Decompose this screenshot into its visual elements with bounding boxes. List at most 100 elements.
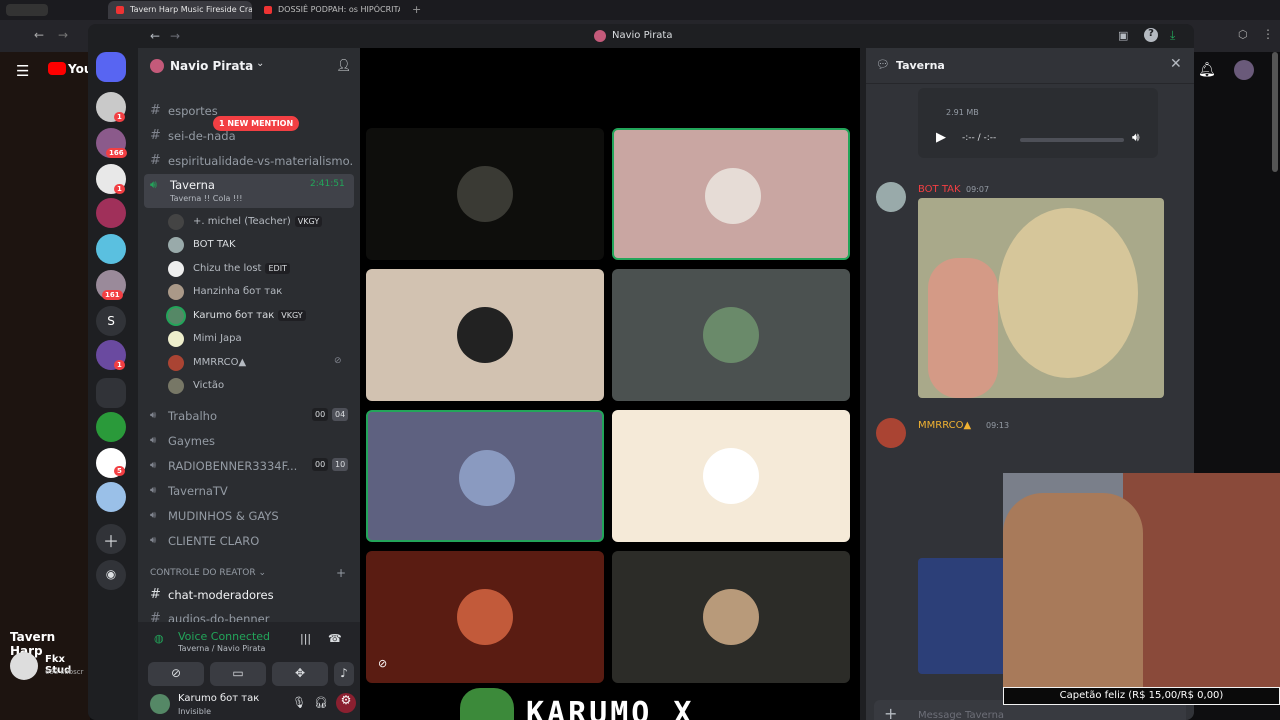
- activities-button[interactable]: ✥: [272, 662, 328, 686]
- dog-thumbs-up-image[interactable]: [918, 198, 1164, 398]
- add-channel-icon[interactable]: +: [336, 566, 346, 580]
- voice-channel[interactable]: 🔊︎ TavernaTV: [146, 480, 352, 502]
- avatar: [168, 214, 184, 230]
- tab-label: Tavern Harp Music Fireside Cra: [130, 5, 252, 14]
- voice-user[interactable]: Mimi Japa: [168, 328, 242, 350]
- server-icon[interactable]: 5: [96, 448, 126, 478]
- play-icon[interactable]: ▶: [936, 130, 946, 145]
- new-tab-button[interactable]: +: [412, 3, 421, 16]
- video-tile[interactable]: [612, 410, 850, 542]
- voice-channel[interactable]: 🔊︎ MUDINHOS & GAYS: [146, 505, 352, 527]
- avatar: [457, 307, 513, 363]
- audio-attachment: 2.91 MB ▶ -:-- / -:-- 🔊︎: [918, 88, 1158, 158]
- server-icon[interactable]: 166: [96, 128, 127, 158]
- download-icon[interactable]: ⤓: [1170, 28, 1175, 43]
- message-author[interactable]: BOT TAK: [918, 184, 961, 195]
- add-server-icon[interactable]: ＋: [96, 524, 126, 554]
- folder-icon[interactable]: [96, 378, 126, 408]
- message-input[interactable]: Message Taverna: [918, 710, 1004, 720]
- discord-titlebar: ← → Navio Pirata ▣ ? ⤓: [88, 24, 1194, 48]
- forward-icon[interactable]: →: [58, 28, 68, 42]
- headphones-icon[interactable]: 🎧︎: [314, 696, 328, 709]
- server-icon[interactable]: [96, 412, 126, 442]
- channel-avatar[interactable]: [10, 652, 38, 680]
- voice-connected-label[interactable]: Voice Connected: [178, 630, 270, 643]
- chevron-down-icon: ⌄: [256, 58, 265, 69]
- voice-location[interactable]: Taverna / Navio Pirata: [178, 644, 265, 653]
- avatar: [168, 378, 184, 394]
- extensions-icon[interactable]: ⬡: [1238, 28, 1248, 41]
- message-author[interactable]: MMRRCO▲: [918, 420, 971, 431]
- voice-user[interactable]: +. michel (Teacher) VKGY: [168, 211, 323, 233]
- channel-item[interactable]: # sei-de-nada: [146, 125, 352, 147]
- voice-user[interactable]: Chizu the lost EDIT: [168, 258, 290, 280]
- add-member-icon[interactable]: 👤︎: [336, 58, 351, 72]
- audio-progress[interactable]: [1020, 138, 1124, 142]
- help-icon[interactable]: ?: [1144, 28, 1158, 42]
- profile-avatar[interactable]: [1234, 60, 1254, 80]
- settings-icon[interactable]: ⚙: [336, 693, 356, 713]
- close-icon[interactable]: ✕: [1170, 56, 1182, 72]
- voice-channel[interactable]: 🔊︎ Gaymes: [146, 430, 352, 452]
- server-letter-icon[interactable]: S: [96, 306, 126, 336]
- category-header[interactable]: CONTROLE DO REATOR ⌄ +: [150, 566, 350, 580]
- scrollbar[interactable]: [1272, 52, 1278, 172]
- video-tile[interactable]: [366, 269, 604, 401]
- back-icon[interactable]: ←: [150, 29, 160, 43]
- server-icon[interactable]: 1: [96, 92, 126, 122]
- voice-channel[interactable]: 🔊︎ RADIOBENNER3334F... 00 10: [146, 455, 352, 477]
- video-tile[interactable]: [366, 128, 604, 260]
- server-icon[interactable]: [96, 482, 126, 512]
- voice-channel[interactable]: 🔊︎ CLIENTE CLARO: [146, 530, 352, 552]
- voice-user[interactable]: Victão: [168, 375, 224, 397]
- noise-suppression-icon[interactable]: |||: [300, 632, 311, 645]
- forward-icon[interactable]: →: [170, 29, 180, 43]
- notifications-icon[interactable]: 🔔︎: [1198, 62, 1216, 78]
- menu-icon[interactable]: ⋮: [1262, 27, 1274, 41]
- voice-user[interactable]: Hanzinha бот так: [168, 281, 282, 303]
- hash-icon: #: [150, 103, 161, 118]
- inbox-icon[interactable]: ▣: [1118, 29, 1128, 42]
- video-tile[interactable]: [612, 551, 850, 683]
- back-icon[interactable]: ←: [34, 28, 44, 42]
- voice-channel-active[interactable]: 🔊︎ Taverna Taverna !! Cola !!! 2:41:51: [144, 174, 354, 208]
- microphone-icon[interactable]: 🎙︎: [292, 696, 306, 709]
- channel-sidebar: Navio Pirata ⌄ 👤︎ # esportes 1 NEW MENTIO…: [138, 48, 360, 720]
- server-name: Navio Pirata: [170, 59, 254, 73]
- avatar[interactable]: [150, 694, 170, 714]
- hamburger-icon[interactable]: ☰: [16, 62, 29, 80]
- add-attachment-icon[interactable]: +: [884, 704, 897, 720]
- channel-item[interactable]: # chat-moderadores: [146, 584, 352, 606]
- video-tile[interactable]: ⊘: [366, 551, 604, 683]
- browser-tab-active[interactable]: Tavern Harp Music Fireside Cra: [108, 1, 252, 19]
- voice-user[interactable]: Karumo бот так VKGY: [168, 305, 306, 327]
- volume-icon[interactable]: 🔊︎: [1132, 130, 1140, 145]
- explore-icon[interactable]: ◉: [96, 560, 126, 590]
- server-icon[interactable]: 161: [96, 270, 126, 300]
- voice-user[interactable]: MMRRCO▲ ⊘: [168, 352, 342, 374]
- disconnect-icon[interactable]: ☎: [328, 632, 342, 645]
- server-icon[interactable]: 1: [96, 164, 126, 194]
- discord-home-icon[interactable]: [96, 52, 126, 82]
- server-header[interactable]: Navio Pirata ⌄ 👤︎: [138, 48, 360, 84]
- server-icon[interactable]: 1: [96, 340, 126, 370]
- browser-tab[interactable]: DOSSIÊ PODPAH: os HIPÓCRITA: [256, 1, 400, 19]
- user-name[interactable]: Karumo бот так: [178, 693, 259, 704]
- screen-share-button[interactable]: ▭: [210, 662, 266, 686]
- channel-item[interactable]: # espiritualidade-vs-materialismo...: [146, 150, 352, 172]
- voice-user[interactable]: BOT TAK: [168, 234, 236, 256]
- server-icon[interactable]: [96, 198, 126, 228]
- camera-off-button[interactable]: ⊘: [148, 662, 204, 686]
- window-controls[interactable]: [6, 4, 48, 16]
- youtube-logo[interactable]: [48, 62, 66, 75]
- voice-channel[interactable]: 🔊︎ Trabalho 00 04: [146, 405, 352, 427]
- video-tile-speaking[interactable]: [366, 410, 604, 542]
- message-avatar[interactable]: [876, 182, 906, 212]
- video-tile[interactable]: [612, 269, 850, 401]
- video-tile-speaking[interactable]: [612, 128, 850, 260]
- voice-channel-name: Taverna: [170, 178, 215, 192]
- soundboard-button[interactable]: ♪: [334, 662, 354, 686]
- server-icon[interactable]: [96, 234, 126, 264]
- starry-night-image[interactable]: [918, 558, 1008, 674]
- message-avatar[interactable]: [876, 418, 906, 448]
